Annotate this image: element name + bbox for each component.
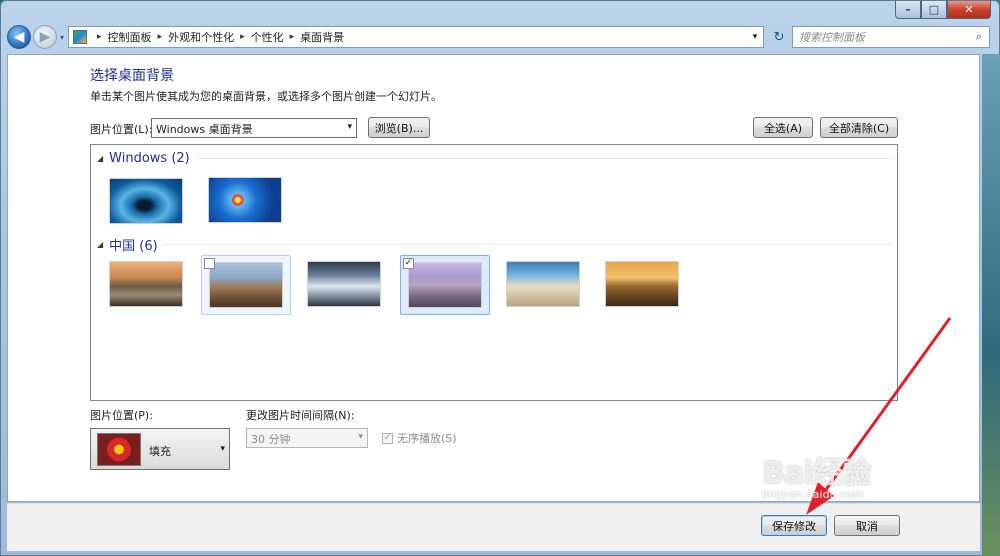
close-button[interactable]: ✕ xyxy=(947,1,991,19)
wallpaper-thumbnail[interactable] xyxy=(605,261,679,307)
group-name: 中国 (6) xyxy=(109,239,158,254)
wallpaper-thumbnail[interactable] xyxy=(109,178,183,224)
wallpaper-gallery[interactable]: ◢ Windows (2) ◢ 中国 (6) ✓ xyxy=(90,144,898,401)
picture-position-select[interactable]: 填充 ▾ xyxy=(90,428,230,470)
back-button[interactable]: ◀ xyxy=(7,25,31,49)
maximize-icon: □ xyxy=(928,3,940,16)
page-subtitle: 单击某个图片使其成为您的桌面背景，或选择多个图片创建一个幻灯片。 xyxy=(90,90,442,103)
wallpaper-thumbnail[interactable] xyxy=(209,262,283,308)
wallpaper-thumbnail[interactable] xyxy=(208,177,282,223)
checkmark-icon[interactable]: ✓ xyxy=(382,432,393,444)
minimize-icon: – xyxy=(905,3,911,16)
picture-location-value: Windows 桌面背景 xyxy=(156,123,253,136)
clear-all-button[interactable]: 全部清除(C) xyxy=(820,117,898,138)
dropdown-arrow-icon: ▾ xyxy=(220,444,225,454)
browse-button[interactable]: 浏览(B)... xyxy=(368,117,430,138)
interval-label: 更改图片时间间隔(N): xyxy=(246,409,355,422)
watermark-url: jingyan.baidu.com xyxy=(762,488,864,501)
search-placeholder: 搜索控制面板 xyxy=(799,31,866,44)
control-panel-icon xyxy=(73,30,88,44)
select-all-button[interactable]: 全选(A) xyxy=(753,117,813,138)
breadcrumb-separator[interactable]: ▸ xyxy=(97,32,102,42)
breadcrumb-appearance[interactable]: 外观和个性化 xyxy=(168,29,234,45)
position-preview-image xyxy=(97,433,141,466)
wallpaper-thumbnail[interactable] xyxy=(109,261,183,307)
navigation-bar: ◀ ▶ ▾ ▸ 控制面板 ▸ 外观和个性化 ▸ 个性化 ▸ 桌面背景 ▾ ↻ 搜… xyxy=(7,23,995,51)
picture-position-label: 图片位置(P): xyxy=(90,409,153,422)
close-icon: ✕ xyxy=(964,3,974,16)
refresh-icon: ↻ xyxy=(773,29,785,45)
baidu-watermark: Bai经验 jingyan.baidu.com xyxy=(762,448,871,501)
address-dropdown-button[interactable]: ▾ xyxy=(747,32,763,42)
recent-pages-button[interactable]: ▾ xyxy=(60,33,64,42)
collapse-triangle-icon[interactable]: ◢ xyxy=(97,240,103,249)
group-header-windows[interactable]: ◢ Windows (2) xyxy=(97,151,891,166)
forward-button[interactable]: ▶ xyxy=(33,25,57,49)
forward-arrow-icon: ▶ xyxy=(39,29,51,45)
breadcrumb-control-panel[interactable]: 控制面板 xyxy=(108,29,152,45)
watermark-text: Bai经验 xyxy=(762,456,871,491)
shuffle-checkbox[interactable]: ✓ 无序播放(S) xyxy=(382,430,457,446)
picture-location-select[interactable]: Windows 桌面背景 ▾ xyxy=(151,118,357,138)
wallpaper-thumbnail[interactable] xyxy=(506,261,580,307)
breadcrumb-separator[interactable]: ▸ xyxy=(158,32,163,42)
desktop-background-edge xyxy=(982,54,1000,556)
back-arrow-icon: ◀ xyxy=(13,29,25,45)
dropdown-arrow-icon: ▾ xyxy=(358,432,363,442)
wallpaper-item-selected[interactable]: ✓ xyxy=(400,255,490,315)
page-title: 选择桌面背景 xyxy=(90,68,174,84)
interval-select[interactable]: 30 分钟 ▾ xyxy=(246,428,368,448)
breadcrumb-personalization[interactable]: 个性化 xyxy=(251,29,284,45)
address-bar[interactable]: ▸ 控制面板 ▸ 外观和个性化 ▸ 个性化 ▸ 桌面背景 ▾ xyxy=(68,26,765,48)
breadcrumb-separator[interactable]: ▸ xyxy=(240,32,245,42)
wallpaper-thumbnail[interactable] xyxy=(307,261,381,307)
breadcrumb-separator[interactable]: ▸ xyxy=(290,32,295,42)
group-divider xyxy=(195,158,891,159)
group-header-china[interactable]: ◢ 中国 (6) xyxy=(97,235,891,254)
picture-position-value: 填充 xyxy=(149,445,171,458)
caption-buttons: – □ ✕ xyxy=(895,1,991,19)
minimize-button[interactable]: – xyxy=(895,1,921,19)
refresh-button[interactable]: ↻ xyxy=(768,26,790,48)
search-input[interactable]: 搜索控制面板 ⌕ xyxy=(792,26,991,48)
picture-location-label: 图片位置(L): xyxy=(90,123,153,136)
group-name: Windows (2) xyxy=(109,151,190,166)
maximize-button[interactable]: □ xyxy=(921,1,947,19)
dropdown-arrow-icon: ▾ xyxy=(347,122,352,132)
breadcrumb-desktop-background[interactable]: 桌面背景 xyxy=(300,29,344,45)
search-icon[interactable]: ⌕ xyxy=(969,30,989,44)
group-divider xyxy=(163,244,891,245)
shuffle-label: 无序播放(S) xyxy=(397,432,457,445)
interval-value: 30 分钟 xyxy=(251,433,291,446)
wallpaper-item-hover[interactable] xyxy=(201,255,291,315)
wallpaper-checkbox[interactable] xyxy=(204,258,215,269)
collapse-triangle-icon[interactable]: ◢ xyxy=(97,154,103,163)
checkmark-icon[interactable]: ✓ xyxy=(403,258,414,269)
wallpaper-thumbnail[interactable] xyxy=(408,262,482,308)
